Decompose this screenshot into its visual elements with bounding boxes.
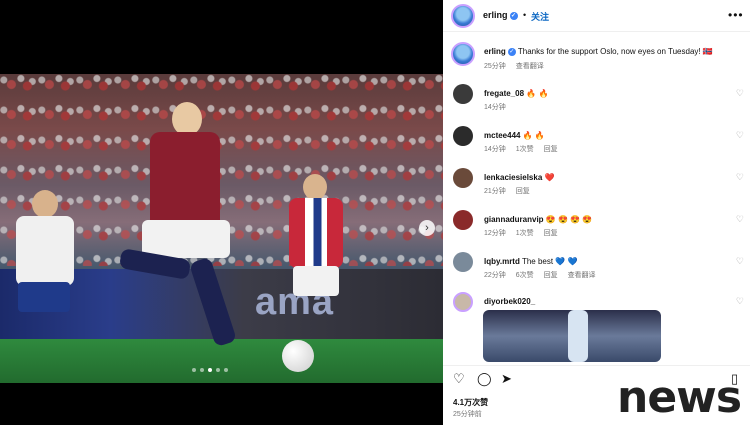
comment-image-attachment[interactable]: [483, 310, 661, 362]
more-options-icon[interactable]: •••: [728, 8, 744, 22]
commenter-avatar[interactable]: [453, 84, 473, 104]
post-time-ago: 25分钟前: [453, 411, 482, 418]
carousel-next-button[interactable]: ›: [419, 220, 435, 236]
comment-like-heart-icon[interactable]: ♡: [736, 214, 744, 225]
comment-username[interactable]: lqby.mrtd: [484, 257, 520, 266]
news-watermark: news: [617, 372, 742, 423]
like-heart-icon[interactable]: ♡: [453, 371, 465, 387]
post-media-pane: ama ›: [0, 0, 443, 425]
author-username-text: erling: [483, 10, 508, 20]
caption-avatar[interactable]: [451, 42, 475, 66]
comment-username[interactable]: giannaduranvip: [484, 215, 544, 224]
comment-text: The best 💙 💙: [521, 257, 578, 266]
commenter-avatar[interactable]: [453, 210, 473, 230]
comment-text: 😍 😍 😍 😍: [545, 215, 593, 224]
comment-time: 12分钟: [484, 230, 506, 237]
carousel-dot: [216, 368, 220, 372]
caption-body: erling ✓ Thanks for the support Oslo, now…: [484, 46, 728, 57]
reply-link[interactable]: 回复: [544, 146, 558, 153]
carousel-dot-active: [208, 368, 212, 372]
comment-like-heart-icon[interactable]: ♡: [736, 296, 744, 307]
post-side-panel: erling ✓ • 关注 ••• erling ✓ Thanks for the …: [443, 0, 750, 425]
see-translation-link[interactable]: 查看翻译: [568, 272, 596, 279]
comment-likes[interactable]: 1次赞: [516, 146, 534, 153]
comment-username[interactable]: mctee444: [484, 131, 520, 140]
comment-meta: 14分钟: [484, 102, 514, 112]
reply-link[interactable]: 回复: [544, 272, 558, 279]
comment-likes[interactable]: 1次赞: [516, 230, 534, 237]
commenter-avatar[interactable]: [453, 252, 473, 272]
verified-badge-icon: ✓: [509, 11, 518, 20]
comment-like-heart-icon[interactable]: ♡: [736, 88, 744, 99]
comments-list[interactable]: erling ✓ Thanks for the support Oslo, now…: [443, 38, 750, 363]
comment-body: fregate_08 🔥 🔥: [484, 88, 728, 99]
comment-username[interactable]: lenkaciesielska: [484, 173, 542, 182]
instagram-post-window: ama › erling ✓ • 关注 ••• erling ✓ Thanks …: [0, 0, 750, 425]
share-paper-plane-icon[interactable]: ➤: [501, 371, 512, 387]
comment-text: 🔥 🔥: [522, 131, 545, 140]
carousel-indicator: [192, 368, 228, 372]
comment-time: 22分钟: [484, 272, 506, 279]
likes-count[interactable]: 4.1万次赞: [453, 397, 488, 408]
comment-bubble-icon[interactable]: ◯: [477, 371, 492, 387]
post-header: erling ✓ • 关注 •••: [443, 0, 750, 32]
commenter-avatar[interactable]: [453, 292, 473, 312]
caption-text: Thanks for the support Oslo, now eyes on…: [517, 47, 713, 56]
post-photo[interactable]: ama: [0, 74, 443, 383]
see-translation-link[interactable]: 查看翻译: [516, 63, 544, 70]
comment-meta: 22分钟 6次赞 回复 查看翻译: [484, 270, 604, 280]
comment-body: lqby.mrtd The best 💙 💙: [484, 256, 728, 267]
comment-text: 🔥 🔥: [526, 89, 549, 98]
comment-like-heart-icon[interactable]: ♡: [736, 172, 744, 183]
comment-meta: 21分钟 回复: [484, 186, 538, 196]
carousel-dot: [200, 368, 204, 372]
comment-body: giannaduranvip 😍 😍 😍 😍: [484, 214, 728, 225]
comment-likes[interactable]: 6次赞: [516, 272, 534, 279]
reply-link[interactable]: 回复: [544, 230, 558, 237]
verified-badge-icon: ✓: [507, 47, 516, 56]
comment-body: mctee444 🔥 🔥: [484, 130, 728, 141]
player-left: [8, 190, 78, 360]
reply-link[interactable]: 回复: [516, 188, 530, 195]
comment-username[interactable]: diyorbek020_: [484, 297, 535, 306]
header-separator: •: [523, 10, 527, 20]
comment-time: 14分钟: [484, 104, 506, 111]
caption-username[interactable]: erling: [484, 47, 506, 56]
carousel-dot: [192, 368, 196, 372]
commenter-avatar[interactable]: [453, 126, 473, 146]
carousel-dot: [224, 368, 228, 372]
comment-like-heart-icon[interactable]: ♡: [736, 256, 744, 267]
author-username[interactable]: erling ✓: [483, 10, 518, 20]
follow-button[interactable]: 关注: [531, 10, 549, 23]
caption-time: 25分钟: [484, 63, 506, 70]
commenter-avatar[interactable]: [453, 168, 473, 188]
comment-time: 14分钟: [484, 146, 506, 153]
author-avatar[interactable]: [451, 4, 475, 28]
comment-meta: 12分钟 1次赞 回复: [484, 228, 566, 238]
player-right: [285, 174, 345, 364]
comment-like-heart-icon[interactable]: ♡: [736, 130, 744, 141]
comment-meta: 14分钟 1次赞 回复: [484, 144, 566, 154]
comment-username[interactable]: fregate_08: [484, 89, 524, 98]
player-main: [118, 102, 260, 372]
comment-body: diyorbek020_: [484, 296, 728, 307]
comment-text: ❤️: [544, 173, 555, 182]
comment-time: 21分钟: [484, 188, 506, 195]
comment-body: lenkaciesielska ❤️: [484, 172, 728, 183]
football: [282, 340, 314, 372]
caption-meta: 25分钟 查看翻译: [484, 61, 552, 71]
